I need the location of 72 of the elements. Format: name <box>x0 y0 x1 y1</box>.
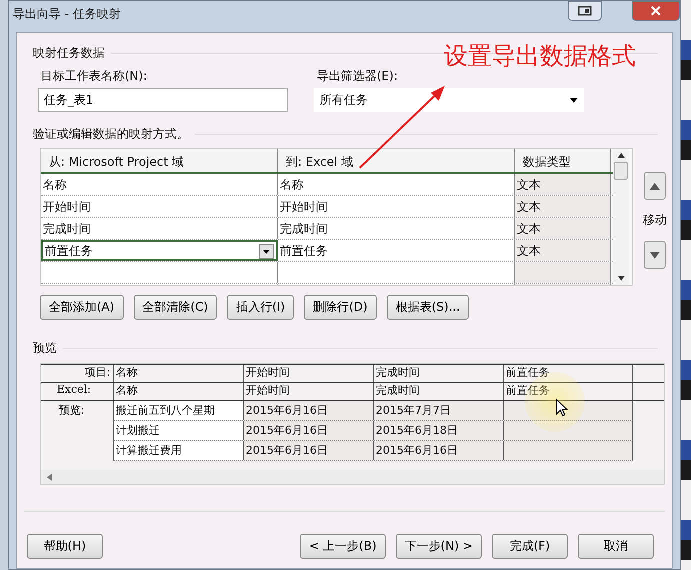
cursor-icon <box>556 399 568 417</box>
table-cell: 2015年6月16日 <box>243 441 373 460</box>
move-label: 移动 <box>643 212 667 229</box>
nav-button[interactable]: 取消 <box>578 534 654 559</box>
close-button[interactable] <box>632 1 680 21</box>
section-title: 映射任务数据 <box>33 45 105 62</box>
column-header[interactable]: 数据类型 <box>515 149 611 172</box>
scrollbar[interactable] <box>613 149 629 285</box>
table-cell: 文本 <box>515 218 611 239</box>
move-up-button[interactable] <box>644 172 666 200</box>
dropdown-icon[interactable] <box>259 244 274 259</box>
table-cell: 开始时间 <box>243 365 373 382</box>
row-label: 预览: <box>59 404 85 417</box>
table-cell: 文本 <box>515 196 611 217</box>
caret-icon <box>570 98 578 102</box>
up-arrow-icon <box>650 182 660 190</box>
mapping-button[interactable]: 根据表(S)... <box>386 295 470 320</box>
nav-button[interactable]: 完成(F) <box>492 534 568 559</box>
table-cell: 2015年6月16日 <box>373 441 503 460</box>
table-cell[interactable]: 开始时间 <box>41 196 278 217</box>
table-cell: 名称 <box>113 365 243 382</box>
table-cell: 完成时间 <box>373 383 503 400</box>
scroll-thumb[interactable] <box>614 162 628 180</box>
field-label: 目标工作表名称(N): <box>40 68 148 85</box>
table-cell: 2015年6月16日 <box>243 401 373 420</box>
row-label: Excel: <box>56 383 92 398</box>
table-cell: 文本 <box>515 240 611 261</box>
mapping-button[interactable]: 删除行(D) <box>304 295 377 320</box>
field-label: 导出筛选器(E): <box>316 68 399 85</box>
section-title: 预览 <box>33 340 57 357</box>
row-label: 项目: <box>84 365 112 381</box>
mapping-button[interactable]: 插入行(I) <box>227 295 294 320</box>
table-cell[interactable]: 完成时间 <box>41 218 278 239</box>
table-cell[interactable]: 前置任务 <box>41 240 278 261</box>
table-cell: 计算搬迁费用 <box>113 441 243 460</box>
table-cell: 前置任务 <box>503 365 633 382</box>
table-cell: 计划搬迁 <box>113 421 243 440</box>
scroll-down-icon[interactable] <box>618 276 624 281</box>
table-cell: 文本 <box>515 174 611 195</box>
column-header[interactable]: 到: Excel 域 <box>278 149 515 172</box>
help-button[interactable]: 帮助(H) <box>27 534 103 559</box>
restore-icon <box>578 6 592 16</box>
table-cell: 2015年6月18日 <box>373 421 503 440</box>
table-cell: 搬迁前五到八个星期 <box>113 401 243 420</box>
table-cell: 名称 <box>113 383 243 400</box>
move-down-button[interactable] <box>644 241 666 269</box>
nav-button[interactable]: < 上一步(B) <box>300 534 386 559</box>
table-cell: 开始时间 <box>278 196 515 217</box>
window-title: 导出向导 - 任务映射 <box>13 6 121 23</box>
table-cell[interactable]: 名称 <box>41 174 278 195</box>
scroll-left-icon[interactable] <box>47 474 52 480</box>
scroll-up-icon[interactable] <box>618 153 624 158</box>
annotation-text: 设置导出数据格式 <box>444 41 636 72</box>
mapping-button[interactable]: 全部清除(C) <box>134 295 218 320</box>
restore-button[interactable] <box>568 1 602 21</box>
down-arrow-icon <box>650 252 660 258</box>
table-cell: 前置任务 <box>278 240 515 261</box>
table-cell: 2015年6月16日 <box>243 421 373 440</box>
table-cell: 完成时间 <box>278 218 515 239</box>
table-cell: 开始时间 <box>243 383 373 400</box>
nav-button[interactable]: 下一步(N) > <box>396 534 482 559</box>
sheet-name-field[interactable]: 任务_表1 <box>38 88 288 112</box>
table-cell: 前置任务 <box>503 383 633 400</box>
column-header[interactable]: 从: Microsoft Project 域 <box>41 149 278 172</box>
filter-dropdown[interactable]: 所有任务 <box>314 88 584 112</box>
close-icon <box>651 6 661 16</box>
mapping-button[interactable]: 全部添加(A) <box>40 295 124 320</box>
table-cell: 完成时间 <box>373 365 503 382</box>
mapping-hint: 验证或编辑数据的映射方式。 <box>33 126 189 143</box>
scrollbar[interactable] <box>41 470 664 484</box>
table-cell: 名称 <box>278 174 515 195</box>
table-cell: 2015年7月7日 <box>373 401 503 420</box>
